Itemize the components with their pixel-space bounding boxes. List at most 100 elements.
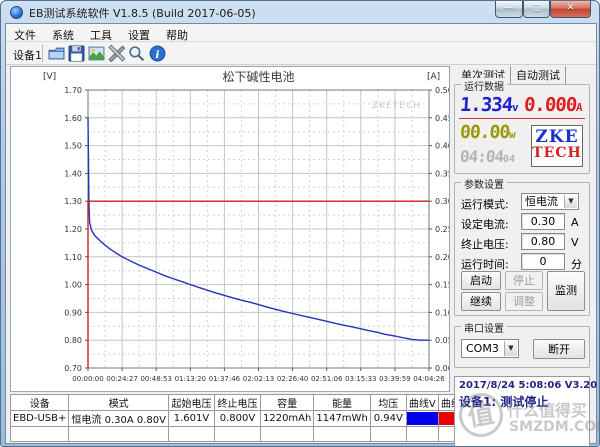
status-device-state: 设备1: 测试停止 (459, 395, 549, 409)
svg-text:1.60: 1.60 (64, 114, 82, 123)
menu-file[interactable]: 文件 (6, 25, 44, 43)
menu-help[interactable]: 帮助 (158, 25, 196, 43)
svg-text:0.70: 0.70 (64, 364, 82, 373)
col-mode: 模式 (68, 394, 169, 411)
col-energy: 能量 (313, 394, 371, 411)
cell-device: EBD-USB+ (9, 410, 70, 427)
svg-text:1.00: 1.00 (64, 281, 82, 290)
info-icon[interactable]: i (149, 45, 166, 62)
cutoff-voltage-unit: V (571, 236, 579, 249)
menu-bar: 文件 系统 工具 设置 帮助 (6, 24, 596, 42)
cell-energy: 1147mWh (313, 410, 371, 427)
app-icon (10, 6, 23, 19)
run-data-group: 运行数据 1.334v 0.000A 00.00w 04:0404 ZKE TE… (454, 78, 590, 174)
run-time-unit: 分 (571, 258, 582, 271)
svg-text:[V]: [V] (43, 72, 56, 82)
svg-text:ZKETECH: ZKETECH (372, 101, 421, 111)
svg-text:0.35: 0.35 (435, 169, 449, 178)
disconnect-button[interactable]: 断开 (533, 339, 585, 359)
svg-text:03:15:33: 03:15:33 (345, 375, 376, 383)
svg-text:00:48:53: 00:48:53 (140, 375, 171, 383)
svg-text:0.00: 0.00 (435, 364, 449, 373)
col-capacity: 容量 (259, 394, 315, 411)
results-table: 设备 模式 起始电压 终止电压 容量 能量 均压 曲线V 曲线A EBD-USB… (9, 394, 471, 442)
minimize-button[interactable]: — (495, 1, 523, 18)
com-port-select[interactable]: COM3 ▼ (461, 339, 519, 358)
menu-tools[interactable]: 工具 (82, 25, 120, 43)
svg-text:0.15: 0.15 (435, 281, 449, 290)
svg-text:1.70: 1.70 (64, 86, 82, 95)
power-display: 00.00w (459, 122, 517, 143)
svg-text:04:04:26: 04:04:26 (413, 375, 445, 383)
tools-icon[interactable] (108, 45, 125, 62)
table-empty-row (9, 426, 471, 442)
continue-button[interactable]: 继续 (461, 292, 501, 311)
menu-settings[interactable]: 设置 (120, 25, 158, 43)
start-button[interactable]: 启动 (461, 271, 501, 290)
col-curve-v: 曲线V (405, 394, 439, 411)
save-icon[interactable] (68, 45, 85, 62)
maximize-button[interactable]: □ (523, 1, 550, 18)
menu-system[interactable]: 系统 (44, 25, 82, 43)
title-bar[interactable]: EB测试系统软件 V1.8.5 (Build 2017-06-05) — □ ✕ (1, 1, 599, 23)
table-header-row: 设备 模式 起始电压 终止电压 容量 能量 均压 曲线V 曲线A (9, 394, 471, 411)
svg-text:0.40: 0.40 (435, 142, 449, 151)
window-content: 文件 系统 工具 设置 帮助 设备1 i 00:00:00 00:24:27 0… (5, 23, 599, 446)
right-panel: 单次测试 自动测试 运行数据 1.334v 0.000A 00.00w 04:04… (450, 66, 597, 446)
cell-end-voltage: 0.800V (213, 410, 261, 427)
chevron-down-icon[interactable]: ▼ (504, 341, 517, 356)
table-row: EBD-USB+ 恒电流 0.30A 0.80V 1.601V 0.800V 1… (9, 410, 471, 427)
cutoff-voltage-label: 终止电压: (461, 238, 509, 251)
chart-panel: 00:00:00 00:24:27 00:48:53 01:13:20 01:37:46… (10, 66, 453, 392)
parameters-group: 参数设置 运行模式: 恒电流 ▼ 设定电流: 0.30 A 终止电压: 0.80… (454, 176, 590, 316)
run-mode-select[interactable]: 恒电流 ▼ (521, 193, 579, 210)
status-panel: 2017/8/24 5:08:06 V3.20 设备1: 测试停止 (454, 376, 597, 446)
voltage-display: 1.334v (459, 94, 520, 116)
open-file-icon[interactable] (48, 45, 65, 62)
battery-discharge-chart: 00:00:00 00:24:27 00:48:53 01:13:20 01:37:46… (43, 70, 453, 383)
set-current-label: 设定电流: (461, 218, 509, 231)
device-selector[interactable]: 设备1 (13, 47, 42, 63)
cell-capacity: 1220mAh (259, 410, 315, 427)
svg-text:1.50: 1.50 (64, 142, 82, 151)
tab-auto-test[interactable]: 自动测试 (511, 66, 566, 84)
svg-text:0.30: 0.30 (435, 197, 449, 206)
col-end-voltage: 终止电压 (213, 394, 261, 411)
monitor-button[interactable]: 监测 (547, 271, 585, 311)
window-title: EB测试系统软件 V1.8.5 (Build 2017-06-05) (29, 7, 256, 20)
stop-button: 停止 (505, 271, 543, 290)
svg-text:0.50: 0.50 (435, 86, 449, 95)
svg-text:02:26:40: 02:26:40 (277, 375, 308, 383)
svg-text:0.90: 0.90 (64, 308, 82, 317)
curve-v-swatch[interactable] (407, 412, 438, 425)
serial-port-group: 串口设置 COM3 ▼ 断开 (454, 320, 590, 368)
zoom-icon[interactable] (128, 45, 145, 62)
parameters-group-label: 参数设置 (461, 176, 507, 191)
cell-mode: 恒电流 0.30A 0.80V (68, 410, 169, 427)
svg-text:02:02:13: 02:02:13 (243, 375, 274, 383)
svg-text:01:13:20: 01:13:20 (175, 375, 206, 383)
cutoff-voltage-input[interactable]: 0.80 (521, 233, 565, 250)
export-image-icon[interactable] (88, 45, 105, 62)
app-window: EB测试系统软件 V1.8.5 (Build 2017-06-05) — □ ✕… (0, 0, 600, 447)
svg-text:00:00:00: 00:00:00 (72, 375, 103, 383)
col-start-voltage: 起始电压 (167, 394, 215, 411)
cell-curve-v-toggle[interactable] (405, 410, 439, 427)
col-avg-voltage: 均压 (369, 394, 407, 411)
cell-avg-voltage: 0.94V (369, 410, 407, 427)
svg-text:1.10: 1.10 (64, 253, 82, 262)
svg-text:0.05: 0.05 (435, 336, 449, 345)
svg-text:03:39:59: 03:39:59 (379, 375, 410, 383)
close-button[interactable]: ✕ (550, 1, 591, 18)
display-divider (459, 118, 585, 119)
chevron-down-icon[interactable]: ▼ (564, 195, 577, 208)
run-time-input[interactable]: 0 (521, 253, 565, 270)
svg-text:1.30: 1.30 (64, 197, 82, 206)
col-device: 设备 (9, 394, 70, 411)
set-current-input[interactable]: 0.30 (521, 213, 565, 230)
svg-text:松下碱性电池: 松下碱性电池 (222, 70, 294, 84)
toolbar-separator (42, 45, 43, 62)
svg-text:1.20: 1.20 (64, 225, 82, 234)
svg-text:0.45: 0.45 (435, 114, 449, 123)
cell-start-voltage: 1.601V (167, 410, 215, 427)
